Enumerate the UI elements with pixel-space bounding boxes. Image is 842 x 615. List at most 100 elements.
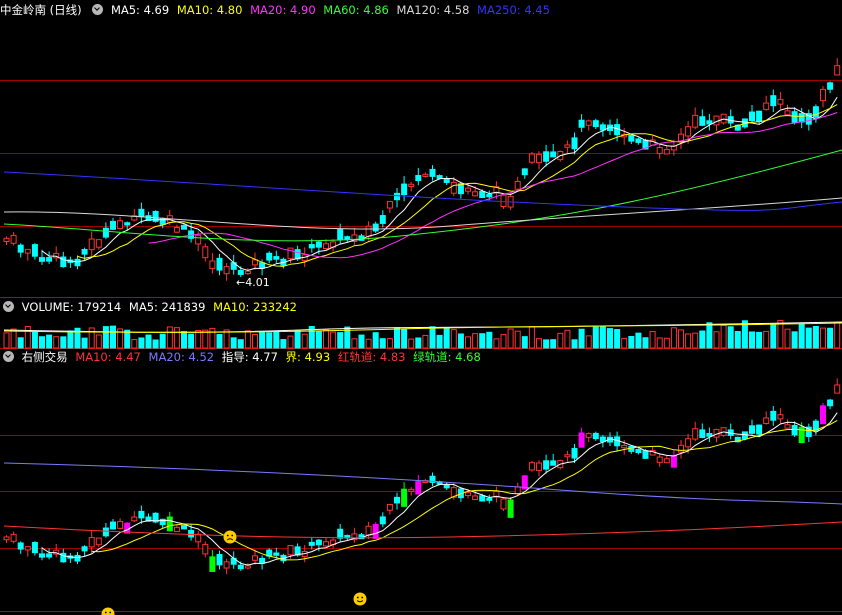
candle-body	[244, 270, 251, 275]
candle-body	[173, 227, 180, 233]
indicator-body	[663, 458, 670, 464]
volume-bar	[642, 337, 649, 349]
volume-bar	[528, 326, 535, 349]
volume-bar	[500, 334, 507, 349]
candle-body	[834, 65, 841, 76]
volume-bar	[266, 332, 273, 349]
volume-bar	[181, 331, 187, 349]
volume-bar	[536, 338, 542, 349]
indicator-settings-icon[interactable]	[3, 351, 14, 362]
indicator-body	[166, 516, 173, 532]
candle-body	[372, 223, 379, 232]
indicator-body	[181, 525, 187, 530]
candle-body	[578, 119, 585, 128]
candle-body	[95, 239, 102, 248]
indicator-body	[741, 431, 748, 440]
volume-bar	[678, 329, 684, 349]
volume-bar	[670, 327, 677, 349]
candle-body	[564, 144, 571, 148]
low-price-marker: ←4.01	[236, 276, 270, 289]
indicator-body	[110, 521, 116, 530]
volume-bar	[301, 333, 308, 349]
indicator-body	[46, 553, 53, 558]
volume-bar	[394, 327, 400, 349]
candle-body	[46, 257, 53, 262]
volume-bar	[798, 323, 805, 349]
ma120-price: MA120: 4.58	[396, 3, 470, 17]
indicator-panel-header: 右侧交易 MA10: 4.47 MA20: 4.52 指导: 4.77 界: 4…	[0, 349, 842, 365]
smile-face-icon	[353, 592, 367, 606]
candle-body	[536, 153, 542, 164]
candle-body	[599, 124, 606, 131]
candle-body	[394, 192, 400, 201]
candle-body	[344, 236, 351, 241]
candle-body	[124, 222, 131, 226]
indicator-body	[578, 432, 585, 448]
candle-body	[429, 168, 436, 177]
ind-ma10: MA10: 4.47	[75, 350, 141, 364]
volume-bar	[202, 329, 209, 349]
indicator-body	[308, 541, 315, 546]
indicator-body	[514, 486, 521, 495]
candle-body	[81, 249, 88, 255]
volume-bar	[450, 329, 457, 349]
indicator-body	[39, 553, 45, 558]
volume-bar	[365, 338, 372, 349]
candle-body	[259, 262, 266, 269]
volume-settings-icon[interactable]	[3, 301, 14, 312]
indicator-body	[507, 499, 514, 518]
smile-face-icon-eye	[356, 596, 359, 599]
indicator-body	[670, 455, 677, 468]
indicator-body	[287, 545, 294, 556]
indicator-body	[3, 536, 10, 541]
candle-body	[543, 151, 550, 162]
indicator-body	[770, 410, 777, 421]
indicator-body	[195, 533, 202, 543]
volume-bar	[607, 328, 613, 349]
volume-bar	[465, 336, 471, 349]
ind-boundary: 界: 4.93	[285, 350, 331, 364]
candle-body	[223, 266, 230, 275]
indicator-body	[74, 554, 81, 562]
indicator-body	[31, 541, 38, 554]
low-price-value: 4.01	[245, 276, 270, 289]
volume-bar	[521, 336, 528, 349]
indicator-body	[820, 405, 826, 425]
smile-face-icon-eye	[361, 596, 364, 599]
volume-bar	[599, 325, 606, 349]
volume-bar	[60, 336, 67, 349]
indicator-body	[827, 399, 834, 407]
candle-body	[386, 200, 393, 209]
volume-bar	[443, 328, 450, 349]
candle-body	[777, 98, 784, 105]
candle-body	[74, 258, 81, 267]
volume-bar	[756, 331, 763, 349]
ma250-line	[3, 171, 842, 211]
candle-body	[798, 113, 805, 123]
volume-bar	[138, 337, 145, 349]
volume-ma10: MA10: 233242	[213, 300, 297, 314]
candle-body	[17, 244, 24, 253]
volume-bar	[749, 331, 755, 349]
volume-bar	[457, 333, 464, 349]
volume-bar	[372, 332, 379, 349]
indicator-body	[834, 384, 841, 394]
sad-face-icon-eye	[231, 534, 234, 537]
indicator-body	[88, 537, 95, 548]
indicator-body	[95, 537, 102, 546]
volume-bar	[493, 338, 500, 349]
volume-bar	[379, 338, 386, 349]
candle-body	[181, 224, 187, 230]
volume-bar	[507, 328, 514, 349]
candle-body	[443, 179, 450, 184]
candle-body	[500, 194, 507, 208]
indicator-body	[550, 460, 557, 466]
volume-bar	[614, 329, 621, 349]
volume-bar	[195, 330, 202, 349]
indicator-body	[372, 523, 379, 539]
indicator-body	[24, 546, 31, 551]
volume-bar	[173, 327, 180, 349]
volume-bar	[699, 330, 706, 349]
settings-toggle-icon[interactable]	[92, 4, 104, 15]
volume-bar	[24, 325, 31, 349]
